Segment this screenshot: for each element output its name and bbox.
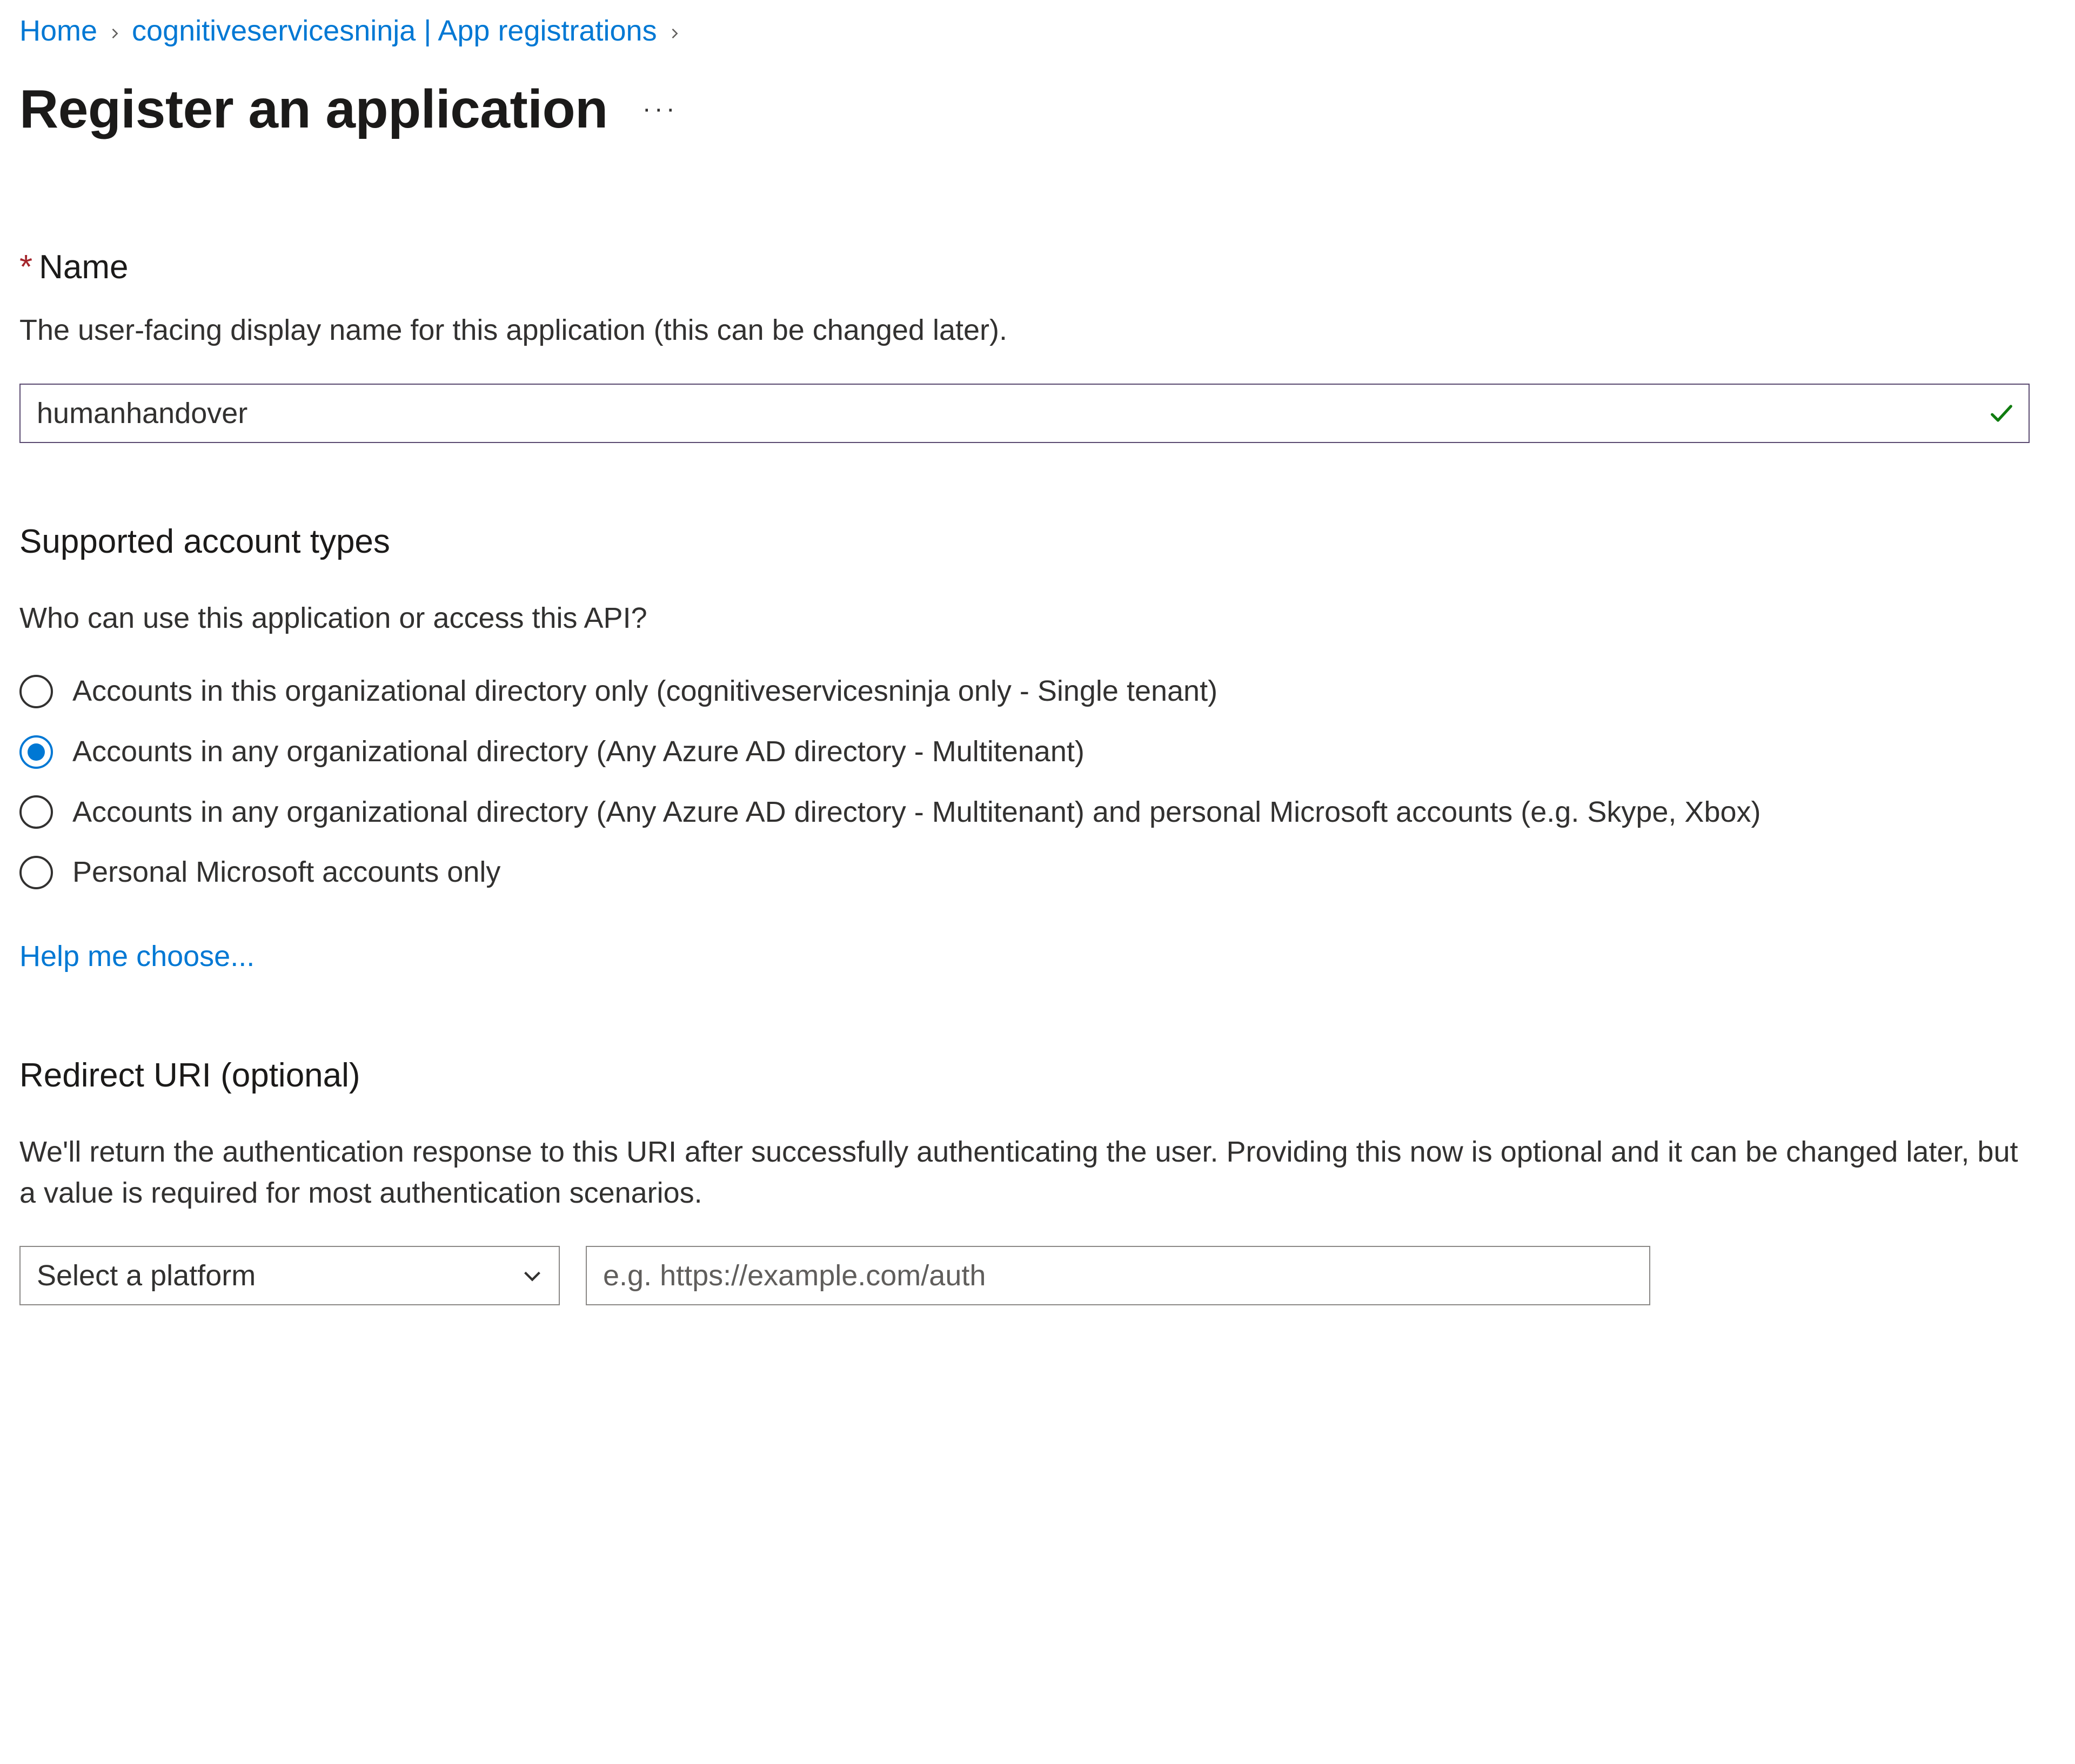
name-helper-text: The user-facing display name for this ap… bbox=[19, 310, 2030, 351]
account-type-option-multitenant[interactable]: Accounts in any organizational directory… bbox=[19, 732, 2056, 773]
required-indicator: * bbox=[19, 249, 32, 286]
account-type-option-single-tenant[interactable]: Accounts in this organizational director… bbox=[19, 671, 2056, 712]
name-label: *Name bbox=[19, 244, 2056, 291]
account-types-section: Supported account types Who can use this… bbox=[19, 519, 2056, 977]
chevron-right-icon bbox=[107, 17, 122, 46]
name-input-wrap bbox=[19, 384, 2030, 443]
account-type-option-personal-only[interactable]: Personal Microsoft accounts only bbox=[19, 852, 2056, 893]
radio-label: Accounts in any organizational directory… bbox=[72, 732, 1085, 773]
redirect-uri-heading: Redirect URI (optional) bbox=[19, 1052, 2056, 1099]
radio-label: Accounts in this organizational director… bbox=[72, 671, 1217, 712]
radio-icon bbox=[19, 856, 53, 889]
name-section: *Name The user-facing display name for t… bbox=[19, 244, 2056, 443]
redirect-uri-input[interactable] bbox=[586, 1246, 1650, 1305]
redirect-uri-row: Select a platform bbox=[19, 1246, 2056, 1305]
account-types-heading: Supported account types bbox=[19, 519, 2056, 566]
radio-label: Personal Microsoft accounts only bbox=[72, 852, 500, 893]
radio-icon bbox=[19, 795, 53, 829]
account-types-helper: Who can use this application or access t… bbox=[19, 598, 2030, 639]
redirect-uri-section: Redirect URI (optional) We'll return the… bbox=[19, 1052, 2056, 1305]
breadcrumb-home[interactable]: Home bbox=[19, 11, 97, 52]
redirect-uri-helper: We'll return the authentication response… bbox=[19, 1132, 2030, 1213]
page-root: Home cognitiveservicesninja | App regist… bbox=[0, 0, 2075, 1370]
breadcrumb-app-registrations[interactable]: cognitiveservicesninja | App registratio… bbox=[132, 11, 657, 52]
page-title: Register an application bbox=[19, 71, 608, 147]
chevron-right-icon bbox=[667, 17, 682, 46]
radio-icon bbox=[19, 735, 53, 769]
platform-select-placeholder: Select a platform bbox=[37, 1256, 256, 1297]
account-type-option-multitenant-personal[interactable]: Accounts in any organizational directory… bbox=[19, 792, 2056, 833]
more-menu-button[interactable]: ··· bbox=[634, 86, 687, 131]
radio-icon bbox=[19, 675, 53, 708]
account-types-radio-group: Accounts in this organizational director… bbox=[19, 671, 2056, 893]
chevron-down-icon bbox=[520, 1263, 545, 1288]
radio-label: Accounts in any organizational directory… bbox=[72, 792, 1761, 833]
title-row: Register an application ··· bbox=[19, 71, 2056, 147]
name-input[interactable] bbox=[19, 384, 2030, 443]
breadcrumb: Home cognitiveservicesninja | App regist… bbox=[19, 11, 2056, 52]
help-me-choose-link[interactable]: Help me choose... bbox=[19, 940, 255, 972]
platform-select[interactable]: Select a platform bbox=[19, 1246, 560, 1305]
